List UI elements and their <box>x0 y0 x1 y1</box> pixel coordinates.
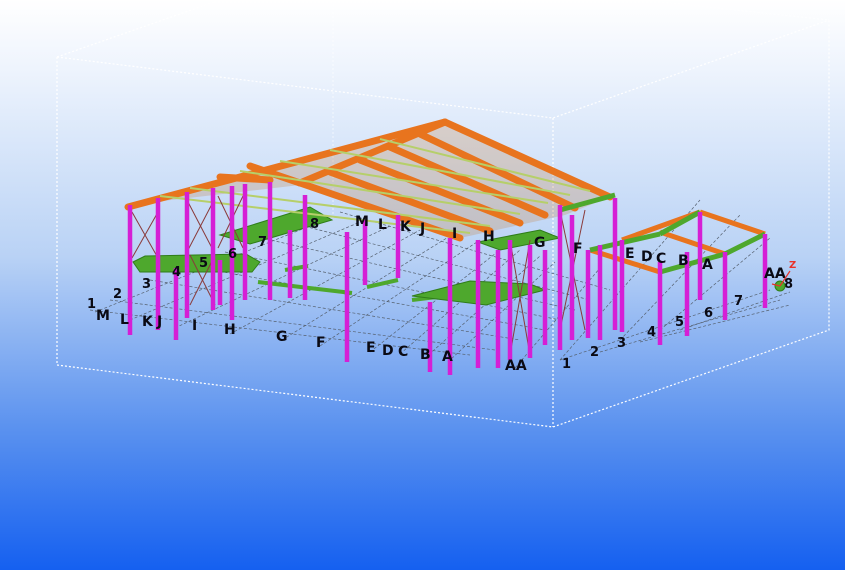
grid-letter-label: C <box>398 344 408 360</box>
grid-letter-label: K <box>142 314 154 330</box>
grid-letter-label: I <box>452 226 457 242</box>
grid-number-label: 1 <box>562 357 571 372</box>
grid-number-label: 3 <box>617 336 626 351</box>
grid-letter-label: M <box>96 308 110 324</box>
grid-letter-label: G <box>276 329 288 345</box>
grid-line <box>174 225 391 329</box>
grid-letter-label: C <box>656 251 666 267</box>
grid-number-label: 3 <box>142 277 151 292</box>
grid-letter-label: H <box>483 229 495 245</box>
grid-letter-label: B <box>678 253 689 269</box>
grid-number-label: 8 <box>310 217 319 232</box>
grid-number-label: 8 <box>784 277 793 292</box>
grid-number-label: 6 <box>228 247 237 262</box>
grid-letter-label: A <box>442 349 453 365</box>
grid-letter-label: E <box>625 246 635 262</box>
model-viewport[interactable]: M L K J I H G F E D C B A AA 1 2 3 4 5 6 7 8 M L K J I H G F E D C B A AA 1 2… <box>0 0 845 570</box>
grid-letter-label: AA <box>764 266 786 282</box>
grid-letter-label: L <box>120 312 129 328</box>
grid-letter-label: H <box>224 322 236 338</box>
grid-line <box>109 299 496 351</box>
grid-letter-label: L <box>378 217 387 233</box>
grid-number-label: 4 <box>647 325 656 340</box>
grid-line <box>639 304 791 343</box>
grid-number-label: 2 <box>590 345 599 360</box>
grid-letter-label: D <box>382 343 394 359</box>
grid-letter-label: G <box>534 235 546 251</box>
grid-number-label: 6 <box>704 306 713 321</box>
grid-letter-label: F <box>316 335 326 351</box>
grid-letter-label: B <box>420 347 431 363</box>
grid-line <box>599 299 781 353</box>
grid-letter-label: AA <box>505 358 527 374</box>
grid-letter-label: E <box>366 340 376 356</box>
grid-letter-label: A <box>702 257 713 273</box>
grid-letter-label: J <box>156 314 162 330</box>
grid-letter-label: J <box>419 221 425 237</box>
grid-number-label: 1 <box>87 297 96 312</box>
grid-letter-label: F <box>573 241 583 257</box>
grid-letter-label: D <box>641 249 653 265</box>
structural-3d-model[interactable]: M L K J I H G F E D C B AAA12345678 M L K J I H G F E D C B AAA12… <box>0 0 845 570</box>
grid-line <box>447 261 556 363</box>
grid-number-label: 7 <box>258 235 267 250</box>
roof <box>124 118 614 242</box>
grid-letter-label: M <box>355 214 369 230</box>
grid-number-label: 7 <box>734 294 743 309</box>
grid-number-label: 4 <box>172 265 181 280</box>
grid-number-label: 2 <box>113 287 122 302</box>
grid-number-label: 5 <box>675 315 684 330</box>
grid-number-label: 5 <box>199 256 208 271</box>
z-axis-label: Z <box>789 260 796 271</box>
grid-letter-label: K <box>400 219 412 235</box>
grid-letter-label: I <box>192 318 197 334</box>
grid-line <box>424 255 541 359</box>
